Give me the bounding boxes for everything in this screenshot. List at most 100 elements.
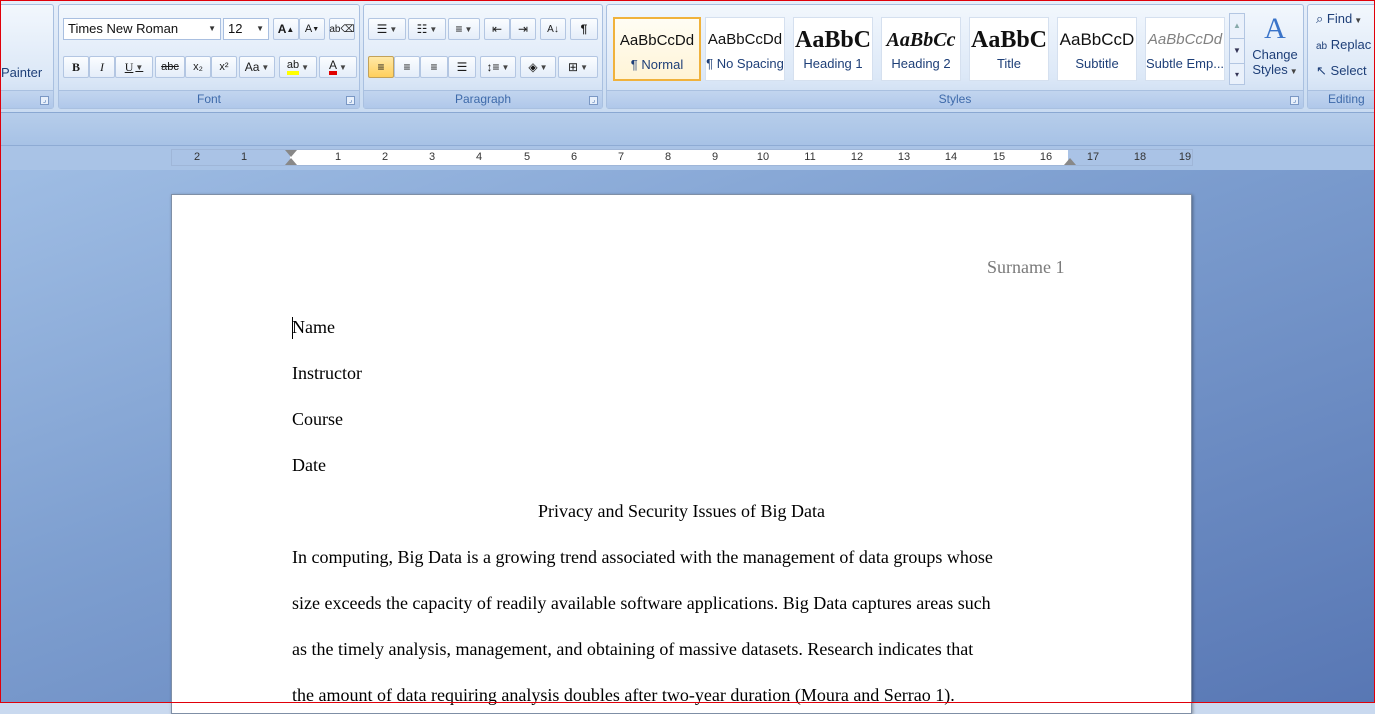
- style-no-spacing[interactable]: AaBbCcDd ¶ No Spacing: [705, 17, 785, 81]
- document-page[interactable]: Surname 1 Name Instructor Course Date Pr…: [171, 194, 1192, 714]
- justify-button[interactable]: ☰: [448, 56, 476, 78]
- style-normal[interactable]: AaBbCcDd ¶ Normal: [613, 17, 701, 81]
- clear-formatting-button[interactable]: ab⌫: [329, 18, 355, 40]
- strikethrough-icon: abc: [161, 61, 179, 73]
- styles-group: AaBbCcDd ¶ Normal AaBbCcDd ¶ No Spacing …: [606, 4, 1304, 109]
- align-right-button[interactable]: ≡: [420, 56, 448, 78]
- course-line[interactable]: Course: [292, 409, 343, 430]
- style-title[interactable]: AaBbC Title: [969, 17, 1049, 81]
- style-sample: AaBbCcD: [1059, 30, 1135, 49]
- select-label: Select: [1330, 63, 1367, 78]
- line-spacing-button[interactable]: ↕≡ ▼: [480, 56, 516, 78]
- first-line-indent-marker[interactable]: [285, 150, 297, 157]
- style-name: Title: [996, 56, 1022, 71]
- ruler-number: 7: [617, 151, 625, 163]
- clipboard-group: Painter ⌟: [0, 4, 54, 109]
- document-title[interactable]: Privacy and Security Issues of Big Data: [172, 501, 1191, 522]
- style-heading-1[interactable]: AaBbC Heading 1: [793, 17, 873, 81]
- ruler-number: 2: [381, 151, 389, 163]
- chevron-down-icon: ▼: [208, 24, 216, 33]
- gallery-down-icon[interactable]: ▼: [1230, 38, 1244, 63]
- chevron-down-icon: ▼: [1289, 67, 1298, 76]
- style-sample: AaBbC: [794, 27, 872, 53]
- replace-label: Replac: [1330, 37, 1372, 52]
- chevron-down-icon: ▼: [464, 24, 473, 34]
- find-button[interactable]: ⌕ Find ▼: [1316, 11, 1362, 27]
- ruler-area: 2 1 1 2 3 4 5 6 7 8 9 10 11 12 13 14 15 …: [0, 146, 1375, 170]
- chevron-down-icon: ▼: [501, 62, 510, 72]
- change-case-button[interactable]: Aa ▼: [239, 56, 275, 78]
- style-subtle-emphasis[interactable]: AaBbCcDd Subtle Emp...: [1145, 17, 1225, 81]
- align-left-button[interactable]: ≡: [368, 56, 394, 78]
- show-hide-button[interactable]: ¶: [570, 18, 598, 40]
- shading-button[interactable]: ◈ ▼: [520, 56, 556, 78]
- styles-group-label: Styles: [607, 90, 1303, 108]
- horizontal-ruler[interactable]: 2 1 1 2 3 4 5 6 7 8 9 10 11 12 13 14 15 …: [171, 149, 1193, 166]
- clipboard-launcher-icon[interactable]: ⌟: [40, 96, 49, 105]
- ribbon-bottom-band: [0, 113, 1375, 146]
- change-styles-icon: A: [1264, 12, 1286, 45]
- ruler-number: 12: [850, 151, 864, 163]
- instructor-line[interactable]: Instructor: [292, 363, 362, 384]
- paragraph-launcher-icon[interactable]: ⌟: [589, 96, 598, 105]
- style-name: ¶ No Spacing: [706, 56, 784, 71]
- font-size-combo[interactable]: 12 ▼: [223, 18, 269, 40]
- date-line[interactable]: Date: [292, 455, 326, 476]
- underline-icon: U: [124, 59, 134, 74]
- gallery-scroll[interactable]: ▲ ▼ ▾: [1229, 13, 1245, 85]
- grow-font-button[interactable]: A ▲: [273, 18, 299, 40]
- chevron-down-icon: ▼: [301, 62, 310, 72]
- format-painter-button[interactable]: Painter: [1, 65, 42, 80]
- borders-button[interactable]: ⊞ ▼: [558, 56, 598, 78]
- font-color-button[interactable]: A ▼: [319, 56, 357, 78]
- hanging-indent-marker[interactable]: [285, 158, 297, 165]
- gallery-more-icon[interactable]: ▾: [1230, 63, 1244, 86]
- select-button[interactable]: ↖ Select: [1316, 63, 1367, 79]
- italic-icon: I: [100, 59, 104, 74]
- change-styles-label-2: Styles: [1252, 62, 1288, 77]
- change-styles-label: Change: [1252, 47, 1298, 62]
- bullets-button[interactable]: ☰ ▼: [368, 18, 406, 40]
- shrink-font-button[interactable]: A ▼: [299, 18, 325, 40]
- styles-launcher-icon[interactable]: ⌟: [1290, 96, 1299, 105]
- subscript-button[interactable]: x₂: [185, 56, 211, 78]
- ruler-number: 8: [664, 151, 672, 163]
- name-line[interactable]: Name: [292, 317, 335, 338]
- multilevel-list-button[interactable]: ≡ ▼: [448, 18, 480, 40]
- borders-icon: ⊞: [568, 60, 579, 74]
- strikethrough-button[interactable]: abc: [155, 56, 185, 78]
- italic-button[interactable]: I: [89, 56, 115, 78]
- style-name: Heading 2: [891, 56, 951, 71]
- highlight-button[interactable]: ab ▼: [279, 56, 317, 78]
- style-heading-2[interactable]: AaBbCc Heading 2: [881, 17, 961, 81]
- right-indent-marker[interactable]: [1064, 158, 1076, 165]
- align-center-button[interactable]: ≡: [394, 56, 420, 78]
- grow-font-icon: A: [277, 22, 287, 36]
- body-line[interactable]: In computing, Big Data is a growing tren…: [292, 547, 993, 568]
- decrease-indent-button[interactable]: ⇤: [484, 18, 510, 40]
- style-name: Subtle Emp...: [1146, 56, 1225, 71]
- style-sample: AaBbCcDd: [619, 32, 695, 49]
- font-launcher-icon[interactable]: ⌟: [346, 96, 355, 105]
- ruler-number: 11: [804, 151, 816, 163]
- chevron-down-icon: ▼: [539, 62, 548, 72]
- chevron-down-icon: ▼: [135, 62, 144, 72]
- superscript-button[interactable]: x²: [211, 56, 237, 78]
- align-left-icon: ≡: [377, 60, 385, 74]
- body-line[interactable]: size exceeds the capacity of readily ava…: [292, 593, 991, 614]
- bold-button[interactable]: B: [63, 56, 89, 78]
- increase-indent-button[interactable]: ⇥: [510, 18, 536, 40]
- font-name-combo[interactable]: Times New Roman ▼: [63, 18, 221, 40]
- ruler-number: 6: [570, 151, 578, 163]
- editing-group-label: Editing: [1308, 90, 1375, 108]
- replace-button[interactable]: ab Replac: [1316, 37, 1371, 52]
- ruler-left-margin: [172, 150, 290, 165]
- change-styles-button[interactable]: A Change Styles ▼: [1249, 11, 1301, 91]
- gallery-up-icon[interactable]: ▲: [1230, 14, 1244, 38]
- underline-button[interactable]: U ▼: [115, 56, 153, 78]
- numbering-button[interactable]: ☷ ▼: [408, 18, 446, 40]
- bold-icon: B: [71, 59, 80, 74]
- style-subtitle[interactable]: AaBbCcD Subtitle: [1057, 17, 1137, 81]
- body-line[interactable]: as the timely analysis, management, and …: [292, 639, 973, 660]
- sort-button[interactable]: A↓: [540, 18, 566, 40]
